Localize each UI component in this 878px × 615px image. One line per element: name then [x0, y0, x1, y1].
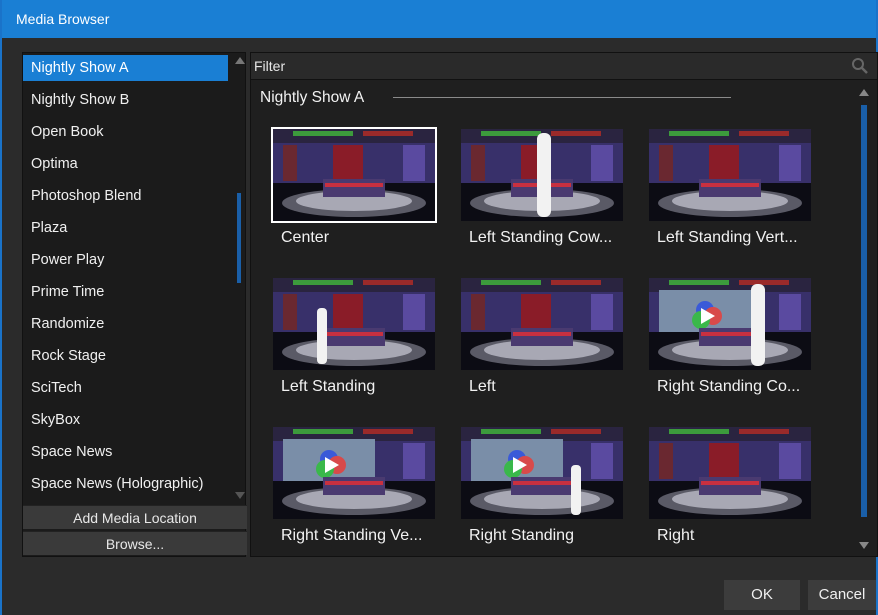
scroll-down-arrow-icon[interactable] [859, 542, 869, 549]
location-item[interactable]: Optima [23, 149, 247, 181]
media-label: Left Standing Vert... [657, 229, 798, 246]
location-item[interactable]: Plaza [23, 213, 247, 245]
media-thumbnail[interactable] [271, 127, 437, 223]
scroll-thumb[interactable] [861, 105, 867, 517]
ok-button[interactable]: OK [724, 580, 800, 610]
media-grid-panel: Filter Nightly Show A Center Left Standin… [250, 52, 878, 557]
browse-button[interactable]: Browse... [23, 531, 247, 555]
scroll-thumb[interactable] [237, 193, 241, 283]
media-label: Right [657, 527, 695, 544]
media-tile[interactable]: Left Standing [271, 276, 443, 406]
scroll-up-arrow-icon[interactable] [859, 89, 869, 96]
media-label: Left Standing [281, 378, 376, 395]
media-tile[interactable]: Center [271, 127, 443, 257]
scroll-down-arrow-icon[interactable] [235, 492, 245, 499]
browser-content: Nightly Show A Nightly Show B Open Book Opt… [22, 52, 878, 557]
filter-bar[interactable]: Filter [251, 53, 877, 80]
location-item[interactable]: Randomize [23, 309, 247, 341]
window-title: Media Browser [2, 0, 876, 38]
media-thumbnail[interactable] [647, 425, 813, 521]
group-divider [393, 97, 731, 98]
search-icon[interactable] [851, 57, 869, 75]
media-tile[interactable]: Left Standing Cow... [459, 127, 631, 257]
media-thumbnail[interactable] [647, 276, 813, 372]
media-label: Right Standing [469, 527, 574, 544]
location-item[interactable]: Nightly Show B [23, 85, 247, 117]
location-item[interactable]: Photoshop Blend [23, 181, 247, 213]
location-list: Nightly Show A Nightly Show B Open Book Opt… [23, 53, 247, 503]
location-item[interactable]: Space News (Holographic) [23, 469, 247, 501]
media-tile[interactable]: Right Standing Ve... [271, 425, 443, 555]
location-item[interactable]: SkyBox [23, 405, 247, 437]
media-label: Right Standing Co... [657, 378, 801, 395]
media-thumbnail[interactable] [647, 127, 813, 223]
location-item[interactable]: Open Book [23, 117, 247, 149]
group-title: Nightly Show A [260, 89, 365, 106]
media-thumbnail[interactable] [459, 127, 625, 223]
media-thumbnail[interactable] [271, 425, 437, 521]
add-media-location-button[interactable]: Add Media Location [23, 505, 247, 529]
media-thumbnail[interactable] [459, 425, 625, 521]
media-label: Right Standing Ve... [281, 527, 423, 544]
location-item[interactable]: Nightly Show A [23, 55, 228, 81]
filter-label: Filter [254, 58, 286, 74]
media-tile[interactable]: Right Standing Co... [647, 276, 819, 406]
media-tile[interactable]: Right Standing [459, 425, 631, 555]
media-tile[interactable]: Right [647, 425, 819, 555]
location-item[interactable]: SciTech [23, 373, 247, 405]
media-grid-scrollbar[interactable] [855, 83, 873, 553]
media-label: Left [469, 378, 496, 395]
media-label: Left Standing Cow... [469, 229, 613, 246]
media-thumbnail[interactable] [459, 276, 625, 372]
media-label: Center [281, 229, 330, 246]
location-item[interactable]: Rock Stage [23, 341, 247, 373]
location-item[interactable]: Space News [23, 437, 247, 469]
scroll-up-arrow-icon[interactable] [235, 57, 245, 64]
location-list-panel: Nightly Show A Nightly Show B Open Book Opt… [22, 52, 247, 557]
cancel-button[interactable]: Cancel [808, 580, 876, 610]
media-tile[interactable]: Left [459, 276, 631, 406]
location-item[interactable]: Prime Time [23, 277, 247, 309]
location-item[interactable]: Power Play [23, 245, 247, 277]
media-browser-window: Media Browser Nightly Show A Nightly Show… [0, 0, 878, 615]
location-list-scrollbar[interactable] [232, 53, 247, 503]
media-tile[interactable]: Left Standing Vert... [647, 127, 819, 257]
media-thumbnail[interactable] [271, 276, 437, 372]
